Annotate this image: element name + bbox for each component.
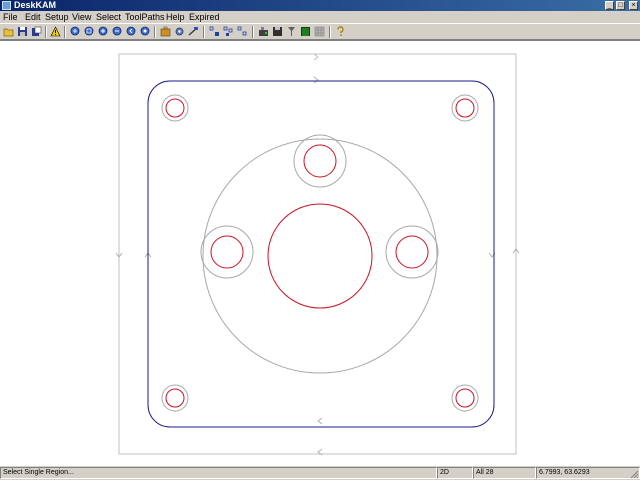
status-message: Select Single Region... (0, 467, 437, 479)
bolt-hole-top[interactable] (303, 144, 337, 178)
toolbar-separator (252, 26, 254, 38)
status-coordinates: 6.7993, 63.6293 (536, 467, 640, 479)
cad-drawing[interactable] (0, 41, 640, 467)
open-folder-icon[interactable] (3, 26, 14, 37)
zoom-extents-icon[interactable] (140, 26, 151, 37)
status-selection: All 28 (473, 467, 536, 479)
center-bore[interactable] (267, 203, 373, 309)
corner-hole-top-left[interactable] (165, 98, 185, 118)
hole-toolpath[interactable] (385, 225, 439, 279)
drawing-canvas[interactable] (0, 40, 640, 466)
corner-hole-top-right[interactable] (455, 98, 475, 118)
toolpath-direction-arrow (313, 53, 319, 61)
title-bar: DeskKAM _ □ × (0, 0, 640, 11)
menu-toolpaths[interactable]: ToolPaths (125, 11, 165, 23)
zoom-out-icon[interactable] (112, 26, 123, 37)
zoom-previous-icon[interactable] (126, 26, 137, 37)
zoom-all-icon[interactable] (70, 26, 81, 37)
toolpath-direction-arrow (313, 76, 319, 84)
status-bar: Select Single Region... 2D All 28 6.7993… (0, 466, 640, 480)
drill-icon[interactable] (286, 26, 297, 37)
menu-edit[interactable]: Edit (25, 11, 41, 23)
app-window: DeskKAM _ □ × File Edit Setup View Selec… (0, 0, 640, 480)
toolbar (0, 23, 640, 40)
zoom-in-icon[interactable] (98, 26, 109, 37)
minimize-button[interactable]: _ (605, 1, 614, 10)
app-icon (2, 1, 11, 10)
disk-icon[interactable] (272, 26, 283, 37)
menu-help[interactable]: Help (166, 11, 185, 23)
toolbar-separator (45, 26, 47, 38)
part-outline[interactable] (147, 80, 495, 428)
close-button[interactable]: × (629, 1, 638, 10)
menu-select[interactable]: Select (96, 11, 121, 23)
menu-bar: File Edit Setup View Select ToolPaths He… (0, 11, 640, 23)
warning-icon[interactable] (50, 26, 61, 37)
screen-icon[interactable] (300, 26, 311, 37)
hole-toolpath[interactable] (200, 225, 254, 279)
status-mode: 2D (437, 467, 473, 479)
corner-hole-bottom-left[interactable] (165, 388, 185, 408)
menu-file[interactable]: File (3, 11, 18, 23)
toolbar-separator (64, 26, 66, 38)
settings-icon[interactable] (174, 26, 185, 37)
bolt-hole-left[interactable] (210, 235, 244, 269)
machine-icon[interactable] (258, 26, 269, 37)
help-icon[interactable] (335, 26, 346, 37)
menu-expired[interactable]: Expired (189, 11, 220, 23)
toolpath-direction-arrow (317, 417, 323, 425)
resize-grip-icon[interactable] (629, 469, 639, 479)
hole-toolpath[interactable] (293, 134, 347, 188)
toolbox-icon[interactable] (160, 26, 171, 37)
toolbar-separator (203, 26, 205, 38)
cut-icon[interactable] (188, 26, 199, 37)
bolt-hole-right[interactable] (395, 235, 429, 269)
menu-setup[interactable]: Setup (45, 11, 69, 23)
import-icon[interactable] (31, 26, 42, 37)
toolbar-separator (329, 26, 331, 38)
zoom-window-icon[interactable] (84, 26, 95, 37)
grid-icon[interactable] (314, 26, 325, 37)
select-group-icon[interactable] (237, 26, 248, 37)
toolbar-separator (154, 26, 156, 38)
select-chain-icon[interactable] (223, 26, 234, 37)
menu-view[interactable]: View (72, 11, 91, 23)
maximize-button[interactable]: □ (616, 1, 625, 10)
toolpath-circle[interactable] (202, 138, 438, 374)
select-single-icon[interactable] (209, 26, 220, 37)
save-icon[interactable] (17, 26, 28, 37)
corner-hole-bottom-right[interactable] (455, 388, 475, 408)
window-title: DeskKAM (14, 0, 57, 10)
